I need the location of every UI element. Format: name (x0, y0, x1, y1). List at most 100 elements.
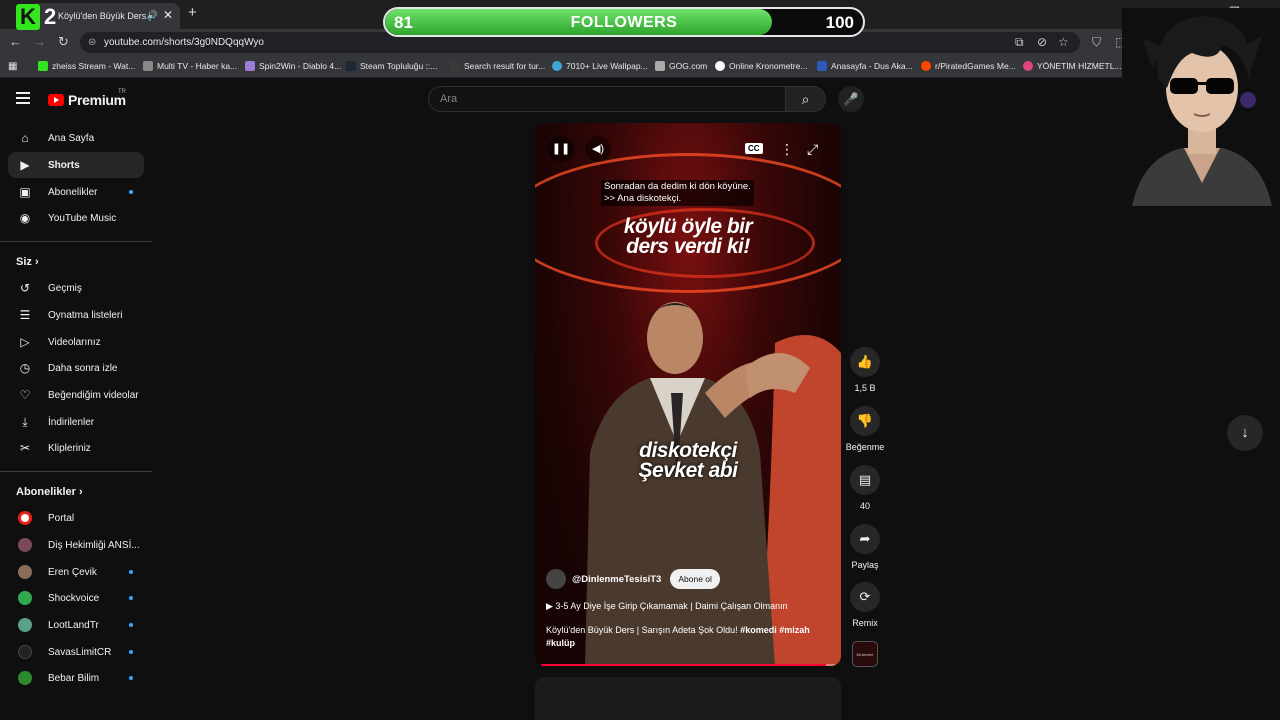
sidebar-item-channel[interactable]: SavasLimitCR (8, 639, 144, 665)
bookmark-label: Anasayfa - Dus Aka... (831, 61, 913, 71)
reload-icon[interactable]: ↻ (58, 34, 69, 50)
bookmark-item[interactable]: Search result for tur... (450, 61, 545, 71)
bookmark-label: GOG.com (669, 61, 708, 71)
channel-avatar[interactable] (546, 569, 566, 589)
search-input[interactable]: Ara (428, 86, 786, 112)
fullscreen-icon[interactable]: ⤢ (807, 141, 818, 158)
bookmark-label: zheiss Stream - Wat... (52, 61, 136, 71)
bookmark-label: Steam Topluluğu ::... (360, 61, 438, 71)
comment-action[interactable]: ▤ 40 (845, 465, 885, 511)
sidebar-item-your-videos[interactable]: ▷ Videolarınız (8, 329, 144, 355)
extension-shield-icon[interactable]: ⛉ (1092, 35, 1101, 50)
sidebar-item-channel[interactable]: Eren Çevik (8, 559, 144, 585)
like-icon[interactable]: 👍 (850, 347, 880, 377)
sidebar-item-home[interactable]: ⌂ Ana Sayfa (8, 125, 144, 151)
shorts-video-player[interactable]: ❚❚ ◀) CC ⋮ ⤢ Sonradan da dedim ki dön kö… (535, 123, 841, 666)
avatar (18, 591, 32, 605)
sidebar-item-history[interactable]: ↺ Geçmiş (8, 275, 144, 301)
sidebar-item-channel[interactable]: LootLandTr (8, 612, 144, 638)
avatar (18, 511, 32, 525)
next-short-preview[interactable] (535, 677, 841, 720)
voice-search-button[interactable]: 🎤 (838, 86, 864, 112)
sidebar-item-label: Videolarınız (48, 336, 101, 348)
sidebar-item-downloads[interactable]: ⤓ İndirilenler (8, 409, 144, 435)
headline-line: ders verdi ki! (626, 235, 750, 258)
bookmark-item[interactable]: 7010+ Live Wallpap... (552, 61, 648, 71)
sidebar-item-shorts[interactable]: ▶ Shorts (8, 152, 144, 178)
channel-name[interactable]: @DinlenmeTesisiT3 (572, 574, 661, 585)
bookmark-label: YÖNETİM HİZMETL... (1037, 61, 1122, 71)
sidebar-item-channel[interactable]: Portal (8, 505, 144, 531)
sidebar-subscriptions-header[interactable]: Abonelikler › (16, 486, 83, 498)
sidebar-item-label: Eren Çevik (48, 566, 97, 578)
sidebar-you-header[interactable]: Siz › (16, 256, 39, 268)
bookmark-item[interactable]: Online Kronometre... (715, 61, 807, 71)
bookmark-favicon (245, 61, 255, 71)
sidebar-item-channel[interactable]: Bebar Bilim (8, 665, 144, 691)
avatar (18, 645, 32, 659)
sidebar-item-clips[interactable]: ✂ Klipleriniz (8, 435, 144, 461)
back-icon[interactable]: ← (9, 34, 22, 49)
bookmark-favicon (817, 61, 827, 71)
bookmark-item[interactable]: Anasayfa - Dus Aka... (817, 61, 913, 71)
sound-avatar[interactable]: Dinlenme Tesisi (852, 641, 878, 667)
tracking-protection-icon[interactable]: ⊘ (1037, 35, 1047, 49)
bookmark-favicon (450, 61, 460, 71)
bookmark-item[interactable]: GOG.com (655, 61, 707, 71)
sidebar-item-label: Portal (48, 512, 75, 524)
avatar (18, 565, 32, 579)
pause-button[interactable]: ❚❚ (548, 136, 574, 162)
next-video-button[interactable]: ↓ (1227, 415, 1263, 451)
followers-label: FOLLOWERS (570, 14, 678, 31)
site-info-icon[interactable]: ⊜ (88, 32, 96, 53)
liked-icon: ♡ (19, 388, 31, 402)
remix-action[interactable]: ⟳ Remix (845, 582, 885, 628)
watch-later-icon: ◷ (19, 361, 31, 375)
more-options-icon[interactable]: ⋮ (780, 141, 794, 158)
forward-icon[interactable]: → (33, 34, 46, 49)
share-action[interactable]: ➦ Paylaş (845, 524, 885, 570)
name-line: Şevket abi (638, 459, 738, 482)
menu-icon[interactable] (16, 92, 30, 107)
bookmark-item[interactable]: r/PiratedGames Me... (921, 61, 1016, 71)
sidebar-item-channel[interactable]: Shockvoice (8, 585, 144, 611)
youtube-logo[interactable]: Premium TR (48, 89, 126, 108)
music-icon: ◉ (19, 211, 31, 225)
avatar (18, 538, 32, 552)
cast-icon[interactable]: ⧉ (1015, 35, 1024, 50)
bookmark-item[interactable]: Steam Topluluğu ::... (346, 61, 437, 71)
stream-logo-two: 2 (44, 4, 57, 29)
tab-close-icon[interactable]: ✕ (163, 8, 173, 22)
sidebar-item-subscriptions[interactable]: ▣ Abonelikler (8, 179, 144, 205)
sidebar-item-liked[interactable]: ♡ Beğendiğim videolar (8, 382, 144, 408)
subscribe-button[interactable]: Abone ol (670, 569, 720, 589)
bookmark-item[interactable]: Multi TV - Haber ka... (143, 61, 237, 71)
bookmark-item[interactable]: YÖNETİM HİZMETL... (1023, 61, 1122, 71)
sidebar-item-playlists[interactable]: ☰ Oynatma listeleri (8, 302, 144, 328)
share-icon[interactable]: ➦ (850, 524, 880, 554)
sidebar-item-watch-later[interactable]: ◷ Daha sonra izle (8, 355, 144, 381)
volume-button[interactable]: ◀) (585, 136, 611, 162)
like-action[interactable]: 👍 1,5 B (845, 347, 885, 393)
bookmark-item[interactable]: Spin2Win - Diablo 4... (245, 61, 341, 71)
remix-icon[interactable]: ⟳ (850, 582, 880, 612)
tab-audio-icon[interactable]: 🔊 (147, 10, 158, 21)
dislike-action[interactable]: 👎 Beğenme (845, 406, 885, 452)
bookmark-item[interactable]: zheiss Stream - Wat... (38, 61, 135, 71)
bookmark-star-icon[interactable]: ☆ (1058, 35, 1069, 49)
dislike-icon[interactable]: 👎 (850, 406, 880, 436)
stream-logo: K 2 (16, 4, 64, 30)
video-hashtags[interactable]: #komedi #mizah (740, 625, 810, 635)
sidebar-item-channel[interactable]: Diş Hekimliği ANSİ... (8, 532, 144, 558)
new-tab-button[interactable]: + (188, 4, 197, 21)
apps-grid-icon[interactable]: ▦ (8, 61, 17, 72)
comment-icon[interactable]: ▤ (850, 465, 880, 495)
subscriptions-icon: ▣ (19, 185, 31, 199)
captions-button[interactable]: CC (745, 143, 763, 154)
download-icon: ⤓ (22, 414, 28, 429)
sidebar-item-music[interactable]: ◉ YouTube Music (8, 205, 144, 231)
search-button[interactable]: ⌕ (786, 86, 826, 112)
video-progress-bar[interactable] (541, 664, 835, 666)
video-hashtags[interactable]: #kulüp (546, 637, 831, 650)
related-video-link[interactable]: ▶ 3-5 Ay Diye İşe Girip Çıkamamak | Daim… (546, 601, 788, 612)
